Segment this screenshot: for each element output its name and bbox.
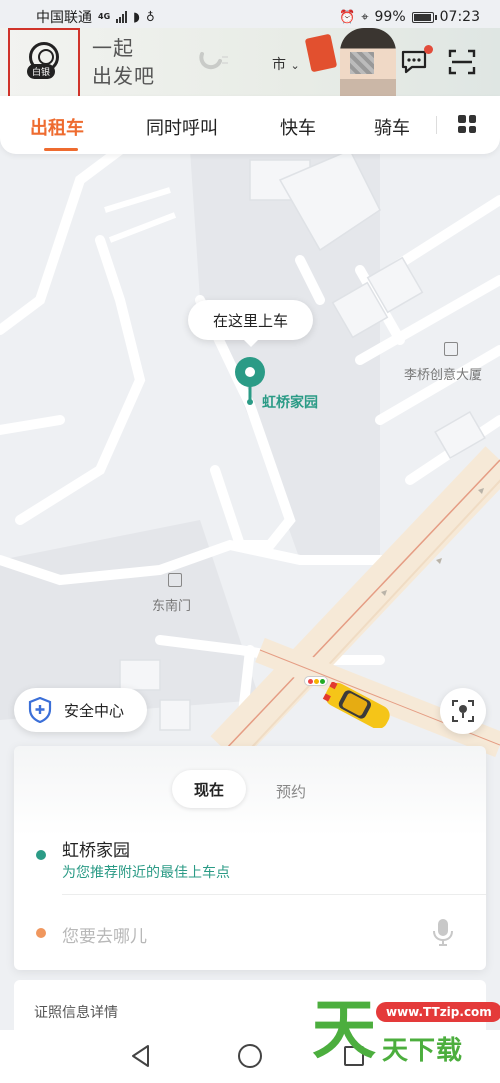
pixelated-face [350,52,374,74]
locate-button[interactable] [440,688,486,734]
pickup-place-label: 虹桥家园 [262,395,318,411]
scan-icon[interactable] [448,48,476,76]
mode-now-button[interactable]: 现在 [172,770,246,808]
watermark-text: 天下载 [382,1036,464,1066]
didi-logo-icon [199,52,228,70]
active-tab-indicator [44,148,78,151]
building-icon [444,342,458,356]
license-info-label: 证照信息详情 [34,1005,118,1021]
tab-taxi[interactable]: 出租车 [30,114,84,140]
shield-icon [28,697,52,723]
watermark: 天 www.TTzip.com 天下载 [312,990,500,1070]
promo-banner[interactable] [300,28,400,96]
alarm-icon: ⏰ [339,9,356,25]
pickup-prompt-bubble[interactable]: 在这里上车 [188,300,313,347]
divider [62,894,486,895]
red-envelope-icon [304,33,338,73]
pickup-prompt-text: 在这里上车 [212,311,288,330]
mode-schedule-button[interactable]: 预约 [276,781,306,802]
app-header: 白银 一起 出发吧 市 ⌄ [0,28,500,100]
locate-icon [452,700,474,722]
watermark-url: www.TTzip.com [376,1002,500,1022]
pickup-hint: 为您推荐附近的最佳上车点 [62,865,230,881]
taxi-car-icon [322,682,390,728]
end-dot-icon [36,928,46,938]
tab-bike[interactable]: 骑车 [374,114,410,140]
slogan: 一起 出发吧 [92,34,155,90]
mode-now-label: 现在 [193,780,224,799]
battery-percent: 99% [374,9,406,25]
booking-panel: 现在 预约 虹桥家园 为您推荐附近的最佳上车点 您要去哪儿 [14,746,486,970]
status-bar: 中国联通 4G ◗ ♁ ⏰ ⌖ 99% 07:23 [0,0,500,34]
safety-center-label: 安全中心 [64,701,125,720]
city-label: 市 [272,57,286,73]
didi-status-icon: ◗ [133,9,140,25]
tab-divider [436,116,437,134]
member-level-badge: 白银 [27,64,56,79]
carrier-label: 中国联通 [36,10,92,26]
pickup-location: 虹桥家园 [62,841,130,861]
destination-input[interactable]: 您要去哪儿 [62,922,147,947]
watermark-logo: 天 [312,994,376,1068]
start-dot-icon [36,850,46,860]
slogan-line-1: 一起 [92,36,134,60]
home-circle-icon[interactable] [238,1044,262,1068]
gate-icon [168,573,182,587]
tab-simultaneous-call[interactable]: 同时呼叫 [146,114,218,140]
service-tabs: 出租车 同时呼叫 快车 骑车 [0,96,500,154]
microphone-icon[interactable] [432,918,454,946]
location-icon: ⌖ [361,9,369,25]
app-status-icon: ♁ [146,10,155,24]
unread-dot [424,45,433,54]
slogan-line-2: 出发吧 [92,64,155,88]
message-icon[interactable] [400,48,428,76]
city-selector[interactable]: 市 ⌄ [272,54,300,74]
tab-express[interactable]: 快车 [280,114,316,140]
back-triangle-icon[interactable] [130,1044,152,1068]
network-type: 4G [98,12,111,21]
battery-icon [411,11,437,23]
signal-icon [116,11,128,23]
chevron-down-icon: ⌄ [290,59,300,72]
safety-center-button[interactable]: 安全中心 [14,688,147,732]
user-avatar-icon: 白银 [25,42,63,86]
profile-button[interactable]: 白银 [8,28,80,100]
poi-gate[interactable]: 东南门 [152,595,191,614]
poi-building[interactable]: 李桥创意大厦 [404,364,482,383]
clock: 07:23 [439,9,480,25]
grid-icon[interactable] [458,115,476,133]
